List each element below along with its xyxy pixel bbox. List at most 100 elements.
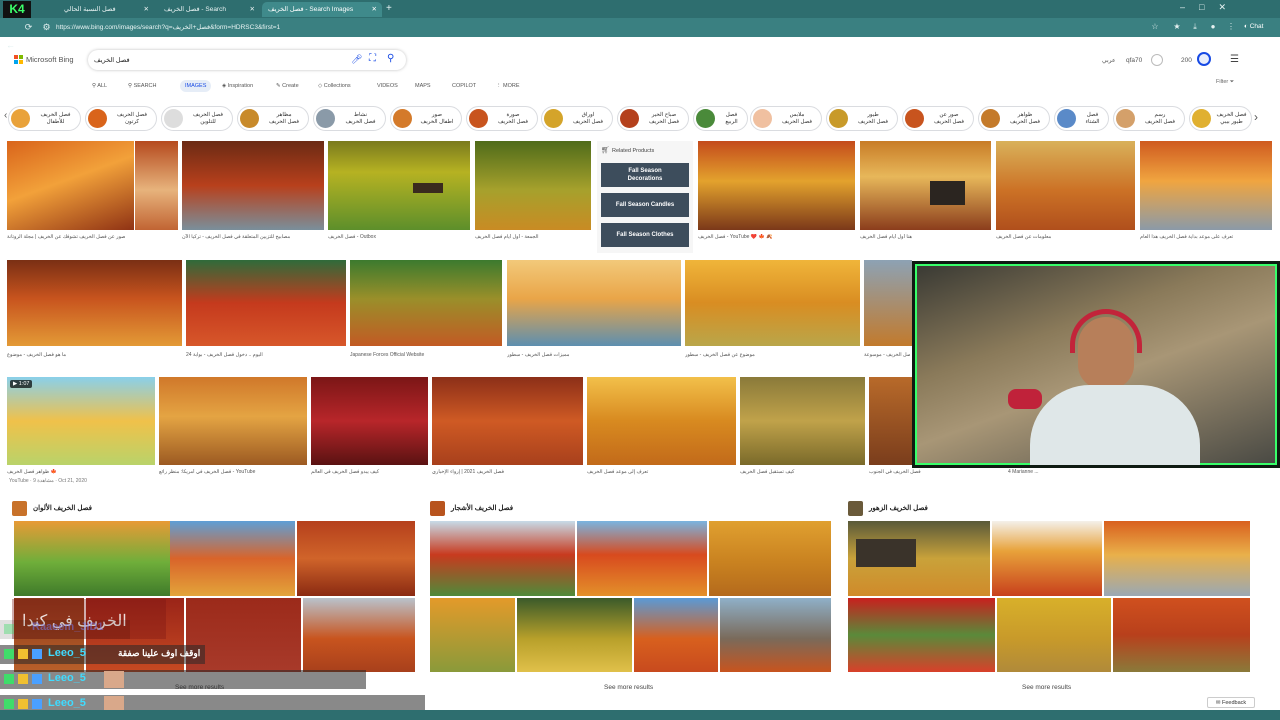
star-icon[interactable]: ☆: [1149, 21, 1161, 33]
scope-more[interactable]: ⋮ MORE: [496, 80, 520, 92]
image-result[interactable]: [577, 521, 707, 596]
image-result[interactable]: [14, 521, 172, 596]
search-input[interactable]: فصل الخريف: [94, 56, 130, 64]
see-more-results-button[interactable]: See more results: [604, 684, 653, 691]
related-chip[interactable]: فصل الخريف طيور بيبي: [1189, 106, 1252, 131]
image-caption[interactable]: اليوم .. دخول فصل الخريف - بوابة 24: [186, 352, 346, 359]
bing-logo[interactable]: Microsoft Bing: [14, 54, 94, 66]
image-result[interactable]: [430, 521, 575, 596]
username[interactable]: qfa70: [1126, 57, 1142, 64]
chip-prev-icon[interactable]: ‹: [4, 110, 7, 121]
image-caption[interactable]: فصل الخريف - YouTube ❤️ 🍁 🍂: [698, 234, 855, 241]
search-icon[interactable]: ⚲: [387, 53, 394, 64]
related-chip[interactable]: صباح الخير فصل الخريف: [617, 106, 689, 131]
image-result[interactable]: [311, 377, 428, 465]
scope-copilot[interactable]: COPILOT: [452, 80, 476, 92]
image-result[interactable]: [475, 141, 591, 230]
image-caption[interactable]: معلومات عن فصل الخريف: [996, 234, 1135, 241]
scope-maps[interactable]: MAPS: [415, 80, 431, 92]
related-chip[interactable]: فصل الخريف للأطفال: [8, 106, 81, 131]
related-chip[interactable]: صور عن فصل الخريف: [902, 106, 974, 131]
image-result[interactable]: [350, 260, 502, 346]
close-icon[interactable]: ✕: [250, 2, 255, 17]
image-result[interactable]: [432, 377, 583, 465]
rewards-icon[interactable]: [1197, 52, 1211, 66]
related-product-clothes[interactable]: Fall Season Clothes: [601, 223, 689, 247]
related-chip[interactable]: صورة فصل الخريف: [466, 106, 538, 131]
scope-inspiration[interactable]: ◈ Inspiration: [222, 80, 253, 92]
image-result[interactable]: [634, 598, 718, 672]
related-chip[interactable]: رسم فصل الخريف: [1113, 106, 1185, 131]
image-result[interactable]: [303, 598, 415, 672]
related-product-candles[interactable]: Fall Season Candles: [601, 193, 689, 217]
related-chip[interactable]: طيور فصل الخريف: [826, 106, 898, 131]
image-caption[interactable]: 4 Marianne ...: [1008, 469, 1106, 476]
image-caption[interactable]: كيف يبدو فصل الخريف في العالم: [311, 469, 428, 476]
visual-search-icon[interactable]: ⛶: [369, 53, 376, 64]
chip-next-icon[interactable]: ›: [1254, 110, 1258, 124]
chat-button[interactable]: ◐ Chat: [1244, 21, 1263, 33]
related-chip[interactable]: اوراق فصل الخريف: [541, 106, 613, 131]
extensions-icon[interactable]: ★: [1171, 21, 1183, 33]
collection-title[interactable]: فصل الخريف الألوان: [33, 504, 92, 512]
back-icon[interactable]: ←: [4, 39, 17, 52]
image-caption[interactable]: صور عن فصل الخريف تشوفك عن الخريف | مجلة…: [7, 234, 177, 241]
image-result[interactable]: [864, 260, 912, 346]
image-result[interactable]: [430, 598, 515, 672]
image-caption[interactable]: فصل الخريف - Outbox: [328, 234, 470, 241]
image-result[interactable]: [992, 521, 1102, 596]
image-result[interactable]: [1140, 141, 1272, 230]
image-result[interactable]: [186, 260, 346, 346]
image-caption[interactable]: فصل الخريف - موسوعة: [864, 352, 910, 359]
related-chip[interactable]: فصل الشتاء: [1054, 106, 1109, 131]
related-chip[interactable]: فصل الخريف للتلوين: [161, 106, 233, 131]
filter-button[interactable]: Filter ⏷: [1216, 79, 1234, 86]
close-icon[interactable]: ✕: [372, 2, 377, 17]
scope-collections[interactable]: ◇ Collections: [318, 80, 351, 92]
url-field[interactable]: https://www.bing.com/images/search?q=فصل…: [56, 22, 280, 33]
related-chip[interactable]: ظواهر فصل الخريف: [978, 106, 1050, 131]
image-result[interactable]: [1113, 598, 1250, 672]
image-caption[interactable]: موضوع عن فصل الخريف - سطور: [685, 352, 860, 359]
image-result[interactable]: [507, 260, 681, 346]
refresh-icon[interactable]: ⟳: [22, 21, 35, 34]
related-chip[interactable]: مظاهر فصل الخريف: [237, 106, 309, 131]
image-result[interactable]: [7, 260, 182, 346]
profile-icon[interactable]: ●: [1207, 21, 1219, 33]
image-result[interactable]: [720, 598, 831, 672]
image-caption[interactable]: ظواهر فصل الخريف 🍁: [7, 469, 155, 476]
scope-all[interactable]: ⚲ ALL: [92, 80, 107, 92]
image-caption[interactable]: مصابيح للتزيين المتعلقة في فصل الخريف - …: [182, 234, 324, 241]
site-info-icon[interactable]: ⚙: [40, 21, 53, 34]
image-caption[interactable]: Japanese Forces Official Website: [350, 352, 502, 359]
tab-2[interactable]: فصل الخريف - Search ✕: [158, 2, 260, 17]
image-result[interactable]: [996, 141, 1135, 230]
menu-icon[interactable]: ⋮: [1225, 21, 1237, 33]
image-caption[interactable]: تعرف إلى موعد فصل الخريف: [587, 469, 736, 476]
image-result[interactable]: [698, 141, 855, 230]
related-chip[interactable]: نشاط فصل الخريف: [313, 106, 386, 131]
scope-search[interactable]: ⚲ SEARCH: [128, 80, 156, 92]
video-result[interactable]: ▶ 1:07: [7, 377, 155, 465]
see-more-results-button[interactable]: See more results: [1022, 684, 1071, 691]
image-result[interactable]: [297, 521, 415, 596]
related-chip[interactable]: ملابس فصل الخريف: [750, 106, 822, 131]
download-icon[interactable]: ⤓: [1189, 21, 1201, 33]
collection-title[interactable]: فصل الخريف الزهور: [869, 504, 928, 512]
image-result[interactable]: [587, 377, 736, 465]
scope-images[interactable]: IMAGES: [180, 80, 212, 92]
microphone-icon[interactable]: 🎤︎: [351, 54, 362, 65]
hamburger-menu-icon[interactable]: ☰: [1230, 54, 1239, 65]
scope-create[interactable]: ✎ Create: [276, 80, 299, 92]
feedback-button[interactable]: ✉ Feedback: [1207, 697, 1255, 708]
image-result[interactable]: [328, 141, 470, 230]
image-result[interactable]: [517, 598, 632, 672]
image-result[interactable]: [159, 377, 307, 465]
related-chip[interactable]: فصل الخريف كرتون: [85, 106, 157, 131]
image-caption[interactable]: مميزات فصل الخريف - سطور: [507, 352, 681, 359]
image-result[interactable]: [848, 521, 990, 596]
new-tab-icon[interactable]: +: [386, 3, 392, 14]
image-result[interactable]: [869, 377, 912, 465]
image-result[interactable]: [170, 521, 295, 596]
user-icon[interactable]: [1151, 54, 1163, 66]
